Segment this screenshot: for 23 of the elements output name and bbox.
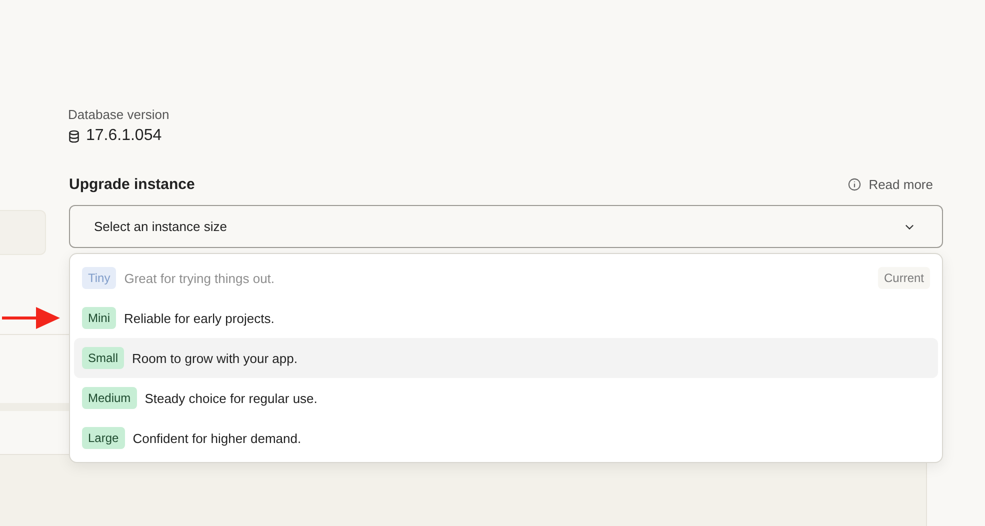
field-label: Database version [68,107,170,122]
option-description: Reliable for early projects. [124,310,274,326]
menu-option[interactable]: Medium Steady choice for regular use. [74,378,938,418]
option-description: Room to grow with your app. [132,350,298,366]
version-text: 17.6.1.054 [86,127,162,145]
database-icon [68,130,80,142]
option-description: Confident for higher demand. [132,430,302,446]
size-tag: Large [82,427,125,449]
option-description: Steady choice for regular use. [144,390,318,406]
info-icon [848,178,861,191]
read-more-link[interactable]: Read more [848,177,933,192]
chevron-icon [905,224,914,230]
section-title: Upgrade instance [69,176,195,193]
size-tag: Medium [82,387,137,409]
menu-option[interactable]: Small Room to grow with your app. [74,338,938,378]
size-tag: Mini [82,307,116,329]
menu-option[interactable]: Large Confident for higher demand. [74,418,938,458]
current-badge: Current [878,267,930,289]
size-tag: Tiny [82,267,116,289]
menu-option[interactable]: Mini Reliable for early projects. [74,298,938,338]
instance-size-select[interactable]: Select an instance size [69,205,943,248]
size-tag: Small [82,347,124,369]
option-description: Great for trying things out. [124,270,275,286]
